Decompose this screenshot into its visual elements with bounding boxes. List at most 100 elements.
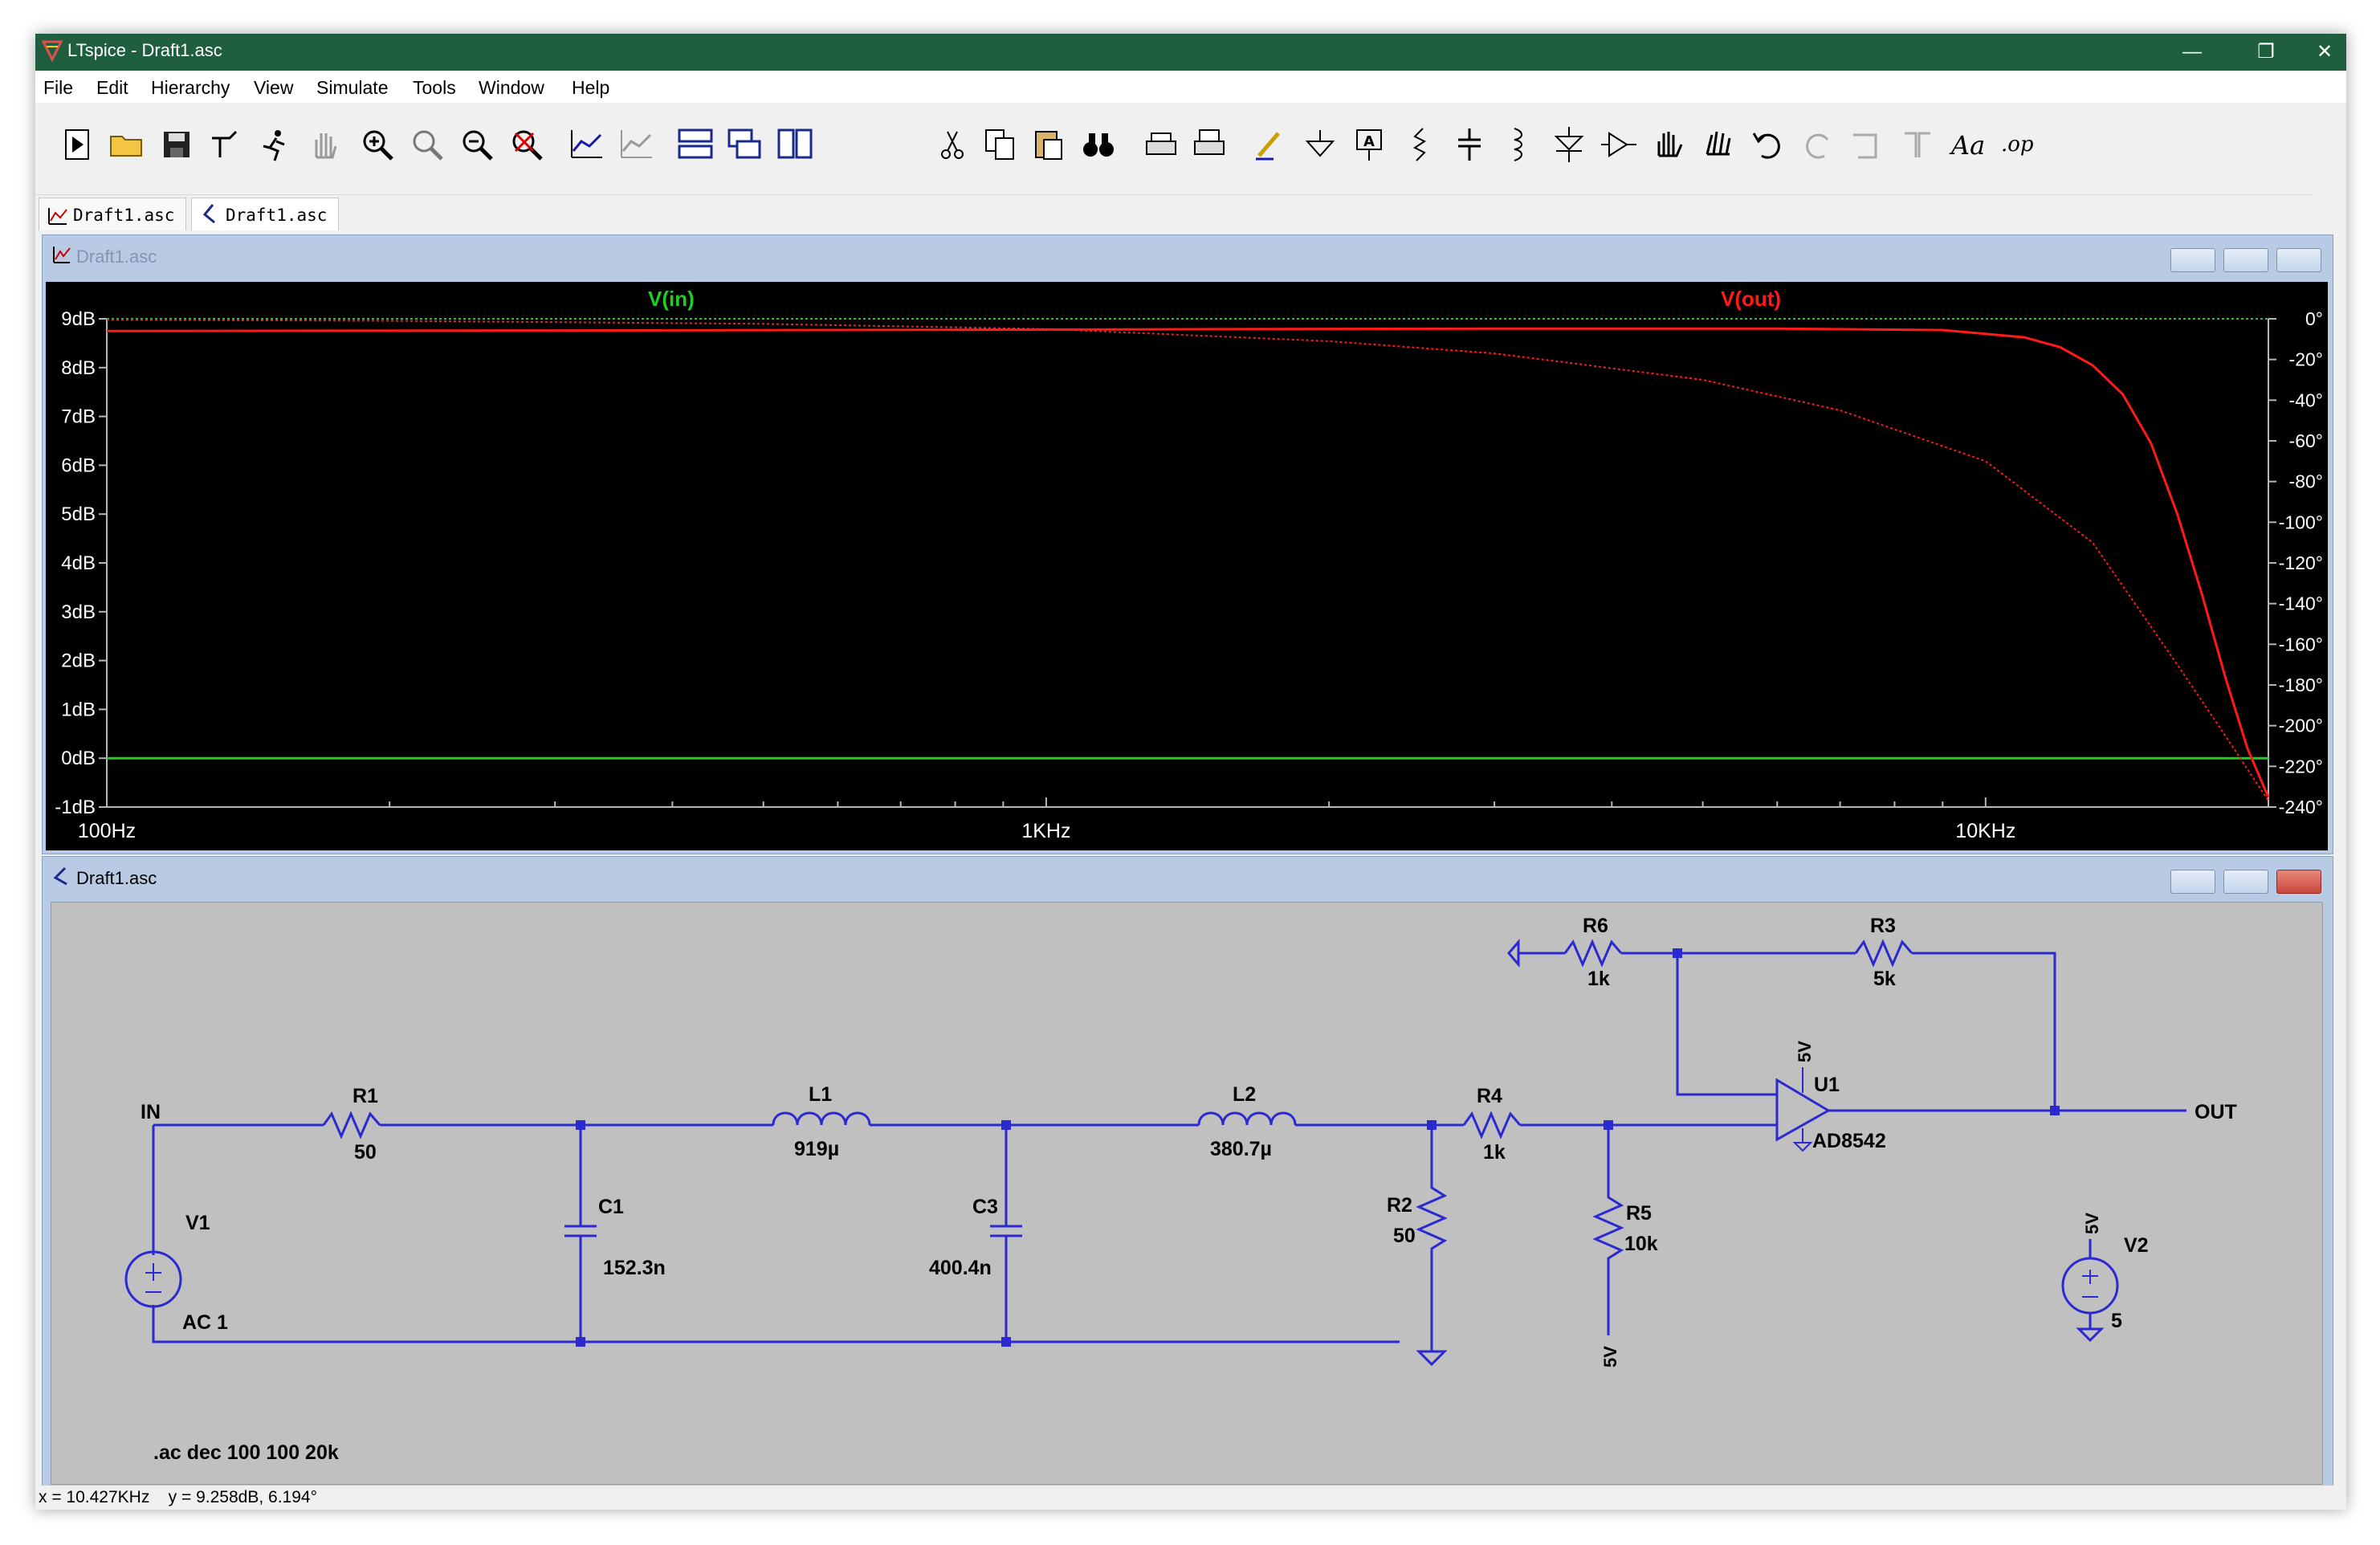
document-tabs: Draft1.asc Draft1.asc xyxy=(35,196,2346,231)
spice-directive-icon[interactable]: .op xyxy=(1996,124,2038,165)
new-schematic-icon[interactable] xyxy=(56,124,98,165)
tile-vertical-icon[interactable] xyxy=(774,124,816,165)
mirror-icon[interactable] xyxy=(1897,124,1938,165)
rotate-icon[interactable] xyxy=(1847,124,1889,165)
zoom-out-icon[interactable] xyxy=(456,124,498,165)
close-button[interactable]: ✕ xyxy=(2303,34,2346,71)
r3-value[interactable]: 5k xyxy=(1873,968,1896,990)
v2-supply-label[interactable]: 5V xyxy=(2082,1213,2102,1234)
c3-value[interactable]: 400.4n xyxy=(929,1257,992,1279)
waveform-icon xyxy=(53,247,71,263)
l1-value[interactable]: 919µ xyxy=(794,1138,839,1160)
open-folder-icon[interactable] xyxy=(106,124,148,165)
tab-waveform[interactable]: Draft1.asc xyxy=(39,198,186,230)
component-icon[interactable] xyxy=(1598,124,1640,165)
waveform-minimize-button[interactable] xyxy=(2170,248,2215,272)
waveform-plot[interactable]: V(in) V(out) 9dB 8dB 7dB 6dB 5dB 4dB 3dB 2dB 1dB… xyxy=(46,282,2328,850)
schematic-maximize-button[interactable] xyxy=(2223,870,2268,894)
text-icon[interactable]: Aa xyxy=(1946,124,1988,165)
legend-vin[interactable]: V(in) xyxy=(648,287,695,311)
y-left-tick-label: 7dB xyxy=(61,406,96,428)
u1-supply-label[interactable]: 5V xyxy=(1795,1041,1815,1062)
spice-directive[interactable]: .ac dec 100 100 20k xyxy=(153,1441,339,1464)
diode-icon[interactable] xyxy=(1548,124,1590,165)
r5-supply-label[interactable]: 5V xyxy=(1600,1346,1620,1368)
y-left-tick-label: 0dB xyxy=(61,748,96,769)
menu-help[interactable]: Help xyxy=(572,77,609,99)
schematic-close-button[interactable] xyxy=(2276,870,2321,894)
waveform-icon xyxy=(48,208,67,225)
net-label-out[interactable]: OUT xyxy=(2195,1101,2237,1123)
toolbar: A Aa .op xyxy=(35,103,2313,195)
zoom-fit-icon[interactable] xyxy=(506,124,548,165)
ltspice-window: LTspice - Draft1.asc — ❐ ✕ File Edit Hie… xyxy=(35,34,2346,1510)
menu-file[interactable]: File xyxy=(43,77,73,99)
undo-icon[interactable] xyxy=(1747,124,1789,165)
c1-ref: C1 xyxy=(598,1196,624,1218)
r3-ref: R3 xyxy=(1870,915,1896,937)
r5-ref: R5 xyxy=(1626,1202,1652,1225)
svg-text:A: A xyxy=(1363,133,1375,150)
y-left-tick-label: 2dB xyxy=(61,650,96,672)
r6-value[interactable]: 1k xyxy=(1587,968,1610,990)
waveform-maximize-button[interactable] xyxy=(2223,248,2268,272)
save-icon[interactable] xyxy=(156,124,198,165)
find-binoculars-icon[interactable] xyxy=(1078,124,1119,165)
redo-icon[interactable] xyxy=(1797,124,1839,165)
c1-value[interactable]: 152.3n xyxy=(603,1257,666,1279)
r1-value[interactable]: 50 xyxy=(354,1141,377,1164)
r2-value[interactable]: 50 xyxy=(1393,1225,1416,1247)
autorange-icon[interactable] xyxy=(565,124,607,165)
schematic-window: Draft1.asc IN OUT R1 50 L1 919µ L2 380.7… xyxy=(42,856,2333,1492)
paste-icon[interactable] xyxy=(1028,124,1070,165)
y-left-tick-label: 5dB xyxy=(61,503,96,525)
tab-label: Draft1.asc xyxy=(73,206,175,225)
r4-value[interactable]: 1k xyxy=(1483,1141,1506,1164)
net-label-in[interactable]: IN xyxy=(141,1101,161,1123)
y-left-tick-label: -1dB xyxy=(55,797,96,818)
legend-vout[interactable]: V(out) xyxy=(1721,287,1781,311)
r2-ref: R2 xyxy=(1387,1194,1412,1217)
menu-window[interactable]: Window xyxy=(479,77,544,99)
run-simulation-icon[interactable] xyxy=(254,124,295,165)
label-net-icon[interactable]: A xyxy=(1349,124,1391,165)
print-icon[interactable] xyxy=(1140,124,1182,165)
schematic-icon xyxy=(53,866,67,886)
tab-schematic[interactable]: Draft1.asc xyxy=(191,198,339,230)
control-panel-icon[interactable] xyxy=(206,124,247,165)
print-preview-icon[interactable] xyxy=(1188,124,1230,165)
pan-icon[interactable] xyxy=(406,124,448,165)
draw-wire-icon[interactable] xyxy=(1249,124,1291,165)
capacitor-icon[interactable] xyxy=(1449,124,1490,165)
v2-value[interactable]: 5 xyxy=(2111,1310,2122,1332)
menu-tools[interactable]: Tools xyxy=(413,77,456,99)
menu-simulate[interactable]: Simulate xyxy=(316,77,388,99)
menu-hierarchy[interactable]: Hierarchy xyxy=(151,77,230,99)
move-hand-icon[interactable] xyxy=(1648,124,1689,165)
manual-limits-icon[interactable] xyxy=(615,124,657,165)
copy-icon[interactable] xyxy=(980,124,1021,165)
resistor-icon[interactable] xyxy=(1399,124,1441,165)
menu-view[interactable]: View xyxy=(254,77,293,99)
v1-value[interactable]: AC 1 xyxy=(182,1311,228,1334)
schematic-canvas[interactable]: IN OUT R1 50 L1 919µ L2 380.7µ C1 152.3n… xyxy=(51,902,2323,1485)
l2-value[interactable]: 380.7µ xyxy=(1210,1138,1272,1160)
r5-value[interactable]: 10k xyxy=(1624,1233,1658,1255)
restore-button[interactable]: ❐ xyxy=(2229,34,2303,71)
zoom-in-icon[interactable] xyxy=(357,124,398,165)
minimize-button[interactable]: — xyxy=(2155,34,2229,71)
svg-text:.op: .op xyxy=(2001,132,2034,157)
inductor-icon[interactable] xyxy=(1498,124,1540,165)
waveform-close-button[interactable] xyxy=(2276,248,2321,272)
tile-horizontal-icon[interactable] xyxy=(674,124,716,165)
u1-value[interactable]: AD8542 xyxy=(1812,1130,1886,1152)
ground-icon[interactable] xyxy=(1299,124,1341,165)
y-right-tick-label: -240° xyxy=(2279,797,2323,817)
r6-ref: R6 xyxy=(1583,915,1608,937)
schematic-minimize-button[interactable] xyxy=(2170,870,2215,894)
menu-edit[interactable]: Edit xyxy=(96,77,128,99)
halt-hand-icon[interactable] xyxy=(304,124,345,165)
drag-hand-icon[interactable] xyxy=(1697,124,1739,165)
cascade-windows-icon[interactable] xyxy=(724,124,766,165)
cut-icon[interactable] xyxy=(931,124,973,165)
